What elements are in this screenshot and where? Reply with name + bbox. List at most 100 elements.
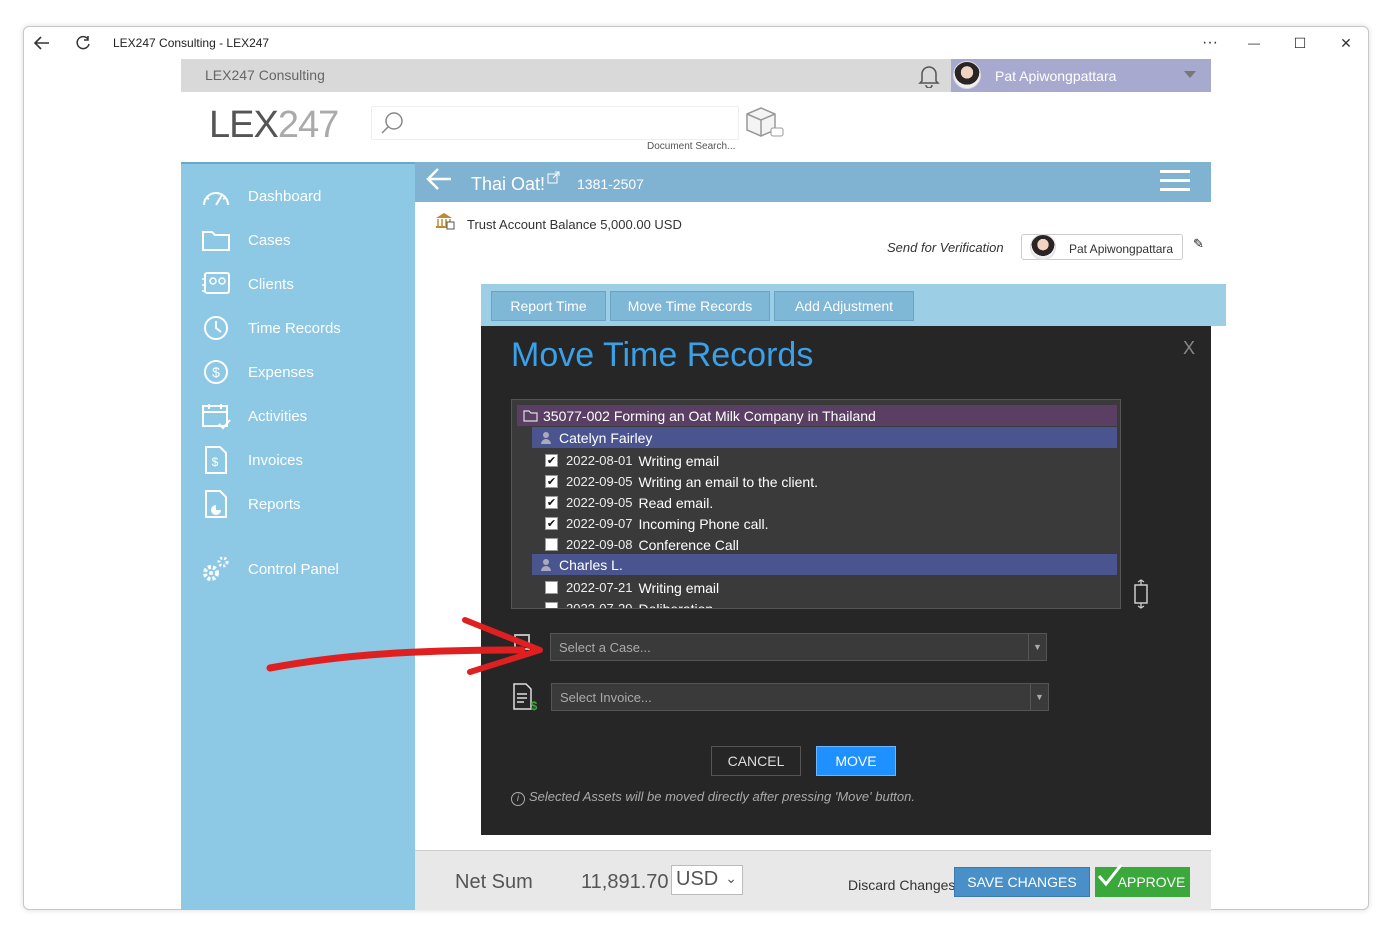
time-record-entry[interactable]: 2022-07-21 Writing email	[545, 577, 1105, 598]
contacts-icon	[199, 269, 233, 299]
send-for-verification-label: Send for Verification	[887, 240, 1004, 255]
dollar-circle-icon: $	[199, 357, 233, 387]
minimize-icon[interactable]: —	[1242, 31, 1266, 55]
speedometer-icon	[199, 181, 233, 211]
entry-checkbox[interactable]: ✔	[545, 454, 558, 467]
case-header: Thai Oat! 1381-2507	[415, 162, 1211, 202]
avatar	[1030, 234, 1056, 260]
cancel-button[interactable]: CANCEL	[711, 746, 801, 776]
user-menu[interactable]: Pat Apiwongpattara	[951, 59, 1211, 92]
gears-icon	[199, 554, 233, 584]
resize-vertical-icon[interactable]	[1131, 579, 1151, 615]
person-icon	[541, 559, 551, 571]
tree-case-row[interactable]: 35077-002 Forming an Oat Milk Company in…	[517, 405, 1117, 426]
entry-checkbox[interactable]: ✔	[545, 475, 558, 488]
avatar	[953, 61, 981, 89]
case-title: Thai Oat!	[471, 174, 546, 194]
back-arrow-icon[interactable]	[30, 31, 54, 55]
maximize-icon[interactable]: ☐	[1288, 31, 1312, 55]
folder-icon	[523, 410, 538, 422]
tree-person-row[interactable]: Charles L.	[532, 554, 1117, 575]
move-time-records-dialog: Move Time Records X 35077-002 Forming an…	[481, 326, 1211, 835]
tree-person-row[interactable]: Catelyn Fairley	[532, 427, 1117, 448]
sidebar-item-control-panel[interactable]: Control Panel	[181, 549, 415, 589]
pencil-icon[interactable]: ✎	[1193, 236, 1204, 252]
sidebar-item-time-records[interactable]: Time Records	[181, 308, 415, 348]
back-arrow-icon[interactable]	[425, 166, 453, 199]
discard-changes-link[interactable]: Discard Changes	[848, 877, 955, 893]
header: LEX247 Document Search...	[181, 92, 1211, 162]
entry-checkbox[interactable]: ✔	[545, 496, 558, 509]
select-invoice-dropdown[interactable]: Select Invoice... ▼	[551, 683, 1049, 711]
verifier-select[interactable]: Pat Apiwongpattara	[1021, 234, 1183, 260]
sidebar: Dashboard Cases Clients Time Records $ E…	[181, 162, 415, 910]
time-record-entry[interactable]: 2022-07-29 Deliberation	[545, 598, 1105, 608]
net-sum-value: 11,891.70	[581, 871, 669, 893]
top-bar: LEX247 Consulting Pat Apiwongpattara	[181, 59, 1211, 92]
tab-add-adjustment[interactable]: Add Adjustment	[774, 291, 914, 321]
time-record-entry[interactable]: ✔ 2022-09-05 Read email.	[545, 492, 1105, 513]
sidebar-item-label: Activities	[248, 407, 308, 425]
document-search-label: Document Search...	[647, 141, 736, 152]
tab-report-time[interactable]: Report Time	[491, 291, 606, 321]
trust-balance: Trust Account Balance 5,000.00 USD	[467, 217, 682, 232]
chevron-down-icon: ⌄	[725, 870, 737, 886]
info-note: i Selected Assets will be moved directly …	[511, 789, 915, 806]
hamburger-menu-icon[interactable]	[1160, 170, 1190, 192]
tab-move-time-records[interactable]: Move Time Records	[610, 291, 770, 321]
report-icon	[199, 489, 233, 519]
sidebar-item-invoices[interactable]: $ Invoices	[181, 440, 415, 480]
sidebar-item-label: Reports	[248, 495, 301, 513]
sidebar-item-cases[interactable]: Cases	[181, 220, 415, 260]
bottom-bar: Net Sum 11,891.70 USD ⌄ Discard Changes S…	[415, 850, 1211, 910]
search-input[interactable]	[371, 106, 739, 140]
sidebar-item-dashboard[interactable]: Dashboard	[181, 176, 415, 216]
svg-text:$: $	[212, 455, 219, 469]
refresh-icon[interactable]	[71, 31, 95, 55]
save-changes-button[interactable]: SAVE CHANGES	[954, 867, 1090, 897]
entry-checkbox[interactable]: ✔	[545, 517, 558, 530]
title-bar: LEX247 Consulting - LEX247 ··· — ☐ ✕	[24, 27, 1368, 59]
sidebar-item-label: Expenses	[248, 363, 314, 381]
sidebar-item-label: Cases	[248, 231, 291, 249]
external-link-icon[interactable]	[547, 171, 560, 189]
more-options-icon[interactable]: ···	[1198, 31, 1222, 55]
sidebar-item-reports[interactable]: Reports	[181, 484, 415, 524]
document-box-icon[interactable]	[743, 106, 785, 145]
dialog-title: Move Time Records	[511, 336, 814, 374]
entry-checkbox[interactable]	[545, 602, 558, 608]
close-dialog-button[interactable]: X	[1183, 338, 1195, 359]
sidebar-item-expenses[interactable]: $ Expenses	[181, 352, 415, 392]
bank-icon	[435, 212, 455, 235]
verifier-name: Pat Apiwongpattara	[1069, 242, 1174, 256]
sidebar-item-label: Control Panel	[248, 560, 339, 578]
chevron-down-icon: ▼	[1030, 684, 1048, 710]
time-record-entry[interactable]: ✔ 2022-09-05 Writing an email to the clie…	[545, 471, 1105, 492]
sidebar-item-label: Clients	[248, 275, 294, 293]
time-records-tree[interactable]: 35077-002 Forming an Oat Milk Company in…	[511, 399, 1121, 609]
time-record-entry[interactable]: ✔ 2022-09-07 Incoming Phone call.	[545, 513, 1105, 534]
close-window-icon[interactable]: ✕	[1334, 31, 1358, 55]
time-record-entry[interactable]: ✔ 2022-08-01 Writing email	[545, 450, 1105, 471]
currency-select[interactable]: USD ⌄	[671, 865, 743, 895]
sidebar-item-activities[interactable]: Activities	[181, 396, 415, 436]
select-case-dropdown[interactable]: Select a Case... ▼	[550, 633, 1047, 661]
annotation-arrow	[266, 617, 543, 675]
bell-icon[interactable]	[918, 64, 940, 93]
sidebar-item-label: Dashboard	[248, 187, 322, 205]
entry-checkbox[interactable]	[545, 581, 558, 594]
move-button[interactable]: MOVE	[816, 746, 896, 776]
logo: LEX247	[209, 104, 339, 146]
chevron-down-icon: ▼	[1028, 634, 1046, 660]
time-record-entry[interactable]: 2022-09-08 Conference Call	[545, 534, 1105, 555]
checkmark-icon	[1097, 864, 1123, 887]
window-title: LEX247 Consulting - LEX247	[113, 36, 270, 50]
approve-button[interactable]: APPROVE	[1095, 864, 1190, 897]
organization-name: LEX247 Consulting	[205, 67, 325, 83]
invoice-icon: $	[512, 682, 538, 718]
entry-checkbox[interactable]	[545, 538, 558, 551]
chevron-down-icon[interactable]	[1184, 71, 1196, 78]
tabs-bar: Report Time Move Time Records Add Adjust…	[481, 284, 1226, 326]
sidebar-item-clients[interactable]: Clients	[181, 264, 415, 304]
clock-icon	[199, 313, 233, 343]
